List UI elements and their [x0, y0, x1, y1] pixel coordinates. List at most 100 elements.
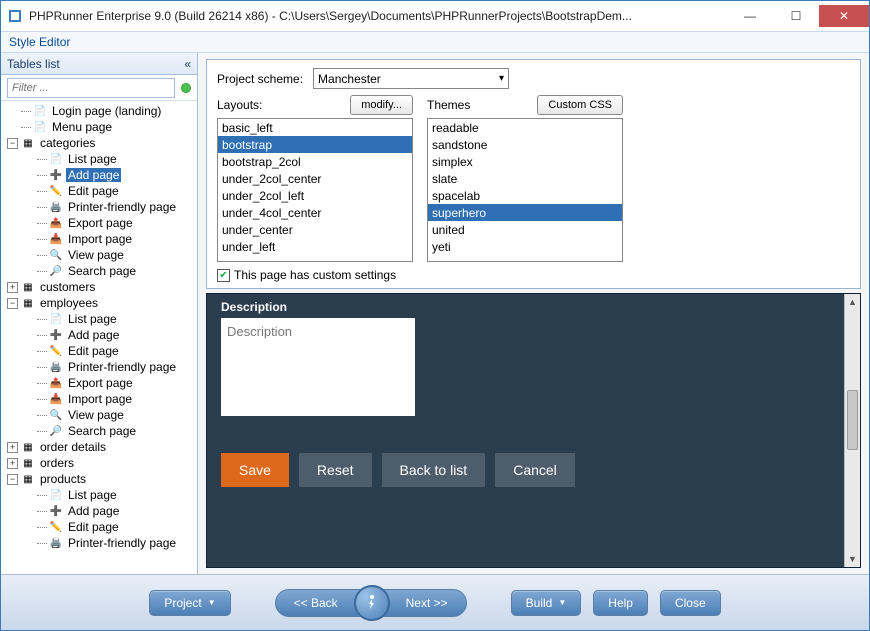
expand-icon[interactable]: + — [7, 458, 18, 469]
list-icon: 📄 — [49, 152, 63, 166]
close-button[interactable]: ✕ — [819, 5, 869, 27]
next-button[interactable]: Next >> — [388, 590, 466, 616]
custom-settings-label: This page has custom settings — [234, 268, 396, 282]
tree-item-products[interactable]: −▦products — [1, 471, 197, 487]
custom-css-button[interactable]: Custom CSS — [537, 95, 623, 115]
sidebar-header-label: Tables list — [7, 57, 60, 71]
collapse-icon[interactable]: − — [7, 138, 18, 149]
table-icon: ▦ — [21, 440, 35, 454]
tree-item-view-page[interactable]: 🔍View page — [1, 407, 197, 423]
list-item[interactable]: yeti — [428, 238, 622, 255]
tree-item-list-page[interactable]: 📄List page — [1, 311, 197, 327]
reset-button[interactable]: Reset — [299, 453, 372, 487]
list-item[interactable]: under_2col_left — [218, 187, 412, 204]
tree-item-orders[interactable]: +▦orders — [1, 455, 197, 471]
collapse-icon[interactable]: « — [184, 57, 191, 71]
expand-icon[interactable]: + — [7, 282, 18, 293]
custom-settings-checkbox[interactable]: ✔ — [217, 269, 230, 282]
tree-item-view-page[interactable]: 🔍View page — [1, 247, 197, 263]
tree-item-menu[interactable]: 📄Menu page — [1, 119, 197, 135]
list-item[interactable]: slate — [428, 170, 622, 187]
tree-item-add-page[interactable]: ➕Add page — [1, 503, 197, 519]
view-icon: 🔍 — [49, 248, 63, 262]
tree-item-employees[interactable]: −▦employees — [1, 295, 197, 311]
tree-item-login[interactable]: 📄Login page (landing) — [1, 103, 197, 119]
tree-item-order-details[interactable]: +▦order details — [1, 439, 197, 455]
list-item[interactable]: under_4col_center — [218, 204, 412, 221]
list-item[interactable]: bootstrap_2col — [218, 153, 412, 170]
tree-item-export-page[interactable]: 📤Export page — [1, 215, 197, 231]
list-item[interactable]: readable — [428, 119, 622, 136]
tree-item-categories[interactable]: −▦categories — [1, 135, 197, 151]
expand-icon[interactable]: + — [7, 442, 18, 453]
import-icon: 📥 — [49, 232, 63, 246]
tree[interactable]: 📄Login page (landing) 📄Menu page −▦categ… — [1, 101, 197, 574]
collapse-icon[interactable]: − — [7, 298, 18, 309]
tree-item-import-page[interactable]: 📥Import page — [1, 391, 197, 407]
tree-item-list-page[interactable]: 📄List page — [1, 487, 197, 503]
tree-item-edit-page[interactable]: ✏️Edit page — [1, 183, 197, 199]
save-button[interactable]: Save — [221, 453, 289, 487]
tree-item-search-page[interactable]: 🔎Search page — [1, 263, 197, 279]
back-to-list-button[interactable]: Back to list — [382, 453, 486, 487]
scroll-up-icon[interactable]: ▲ — [845, 294, 860, 310]
scroll-thumb[interactable] — [847, 390, 858, 450]
project-scheme-select[interactable]: Manchester ▾ — [313, 68, 509, 89]
list-item[interactable]: bootstrap — [218, 136, 412, 153]
tree-item-search-page[interactable]: 🔎Search page — [1, 423, 197, 439]
project-button[interactable]: Project▼ — [149, 590, 230, 616]
themes-listbox[interactable]: readablesandstonesimplexslatespacelabsup… — [427, 118, 623, 262]
tree-item-edit-page[interactable]: ✏️Edit page — [1, 519, 197, 535]
description-textarea[interactable] — [221, 318, 415, 416]
tree-item-add-page[interactable]: ➕Add page — [1, 327, 197, 343]
collapse-icon[interactable]: − — [7, 474, 18, 485]
tree-item-printer-page[interactable]: 🖨️Printer-friendly page — [1, 199, 197, 215]
style-editor-label: Style Editor — [9, 35, 70, 49]
preview-panel: Description Save Reset Back to list Canc… — [206, 293, 861, 568]
tree-item-printer-page[interactable]: 🖨️Printer-friendly page — [1, 535, 197, 551]
minimize-button[interactable]: — — [727, 5, 773, 27]
layouts-listbox[interactable]: basic_leftbootstrapbootstrap_2colunder_2… — [217, 118, 413, 262]
list-item[interactable]: under_center — [218, 221, 412, 238]
tree-item-add-page[interactable]: ➕Add page — [1, 167, 197, 183]
printer-icon: 🖨️ — [49, 536, 63, 550]
build-button[interactable]: Build▼ — [511, 590, 582, 616]
list-item[interactable]: under_left — [218, 238, 412, 255]
edit-icon: ✏️ — [49, 184, 63, 198]
list-item[interactable]: united — [428, 221, 622, 238]
back-button[interactable]: << Back — [276, 590, 356, 616]
add-icon: ➕ — [49, 168, 63, 182]
project-scheme-label: Project scheme: — [217, 72, 303, 86]
list-item[interactable]: superhero — [428, 204, 622, 221]
list-item[interactable]: basic_left — [218, 119, 412, 136]
sidebar-header[interactable]: Tables list « — [1, 53, 197, 75]
import-icon: 📥 — [49, 392, 63, 406]
list-item[interactable]: spacelab — [428, 187, 622, 204]
scroll-down-icon[interactable]: ▼ — [845, 551, 860, 567]
list-item[interactable]: under_2col_center — [218, 170, 412, 187]
list-icon: 📄 — [49, 312, 63, 326]
tree-item-import-page[interactable]: 📥Import page — [1, 231, 197, 247]
tree-item-customers[interactable]: +▦customers — [1, 279, 197, 295]
table-icon: ▦ — [21, 136, 35, 150]
runner-icon[interactable] — [354, 585, 390, 621]
maximize-button[interactable]: ☐ — [773, 5, 819, 27]
filter-status-dot — [181, 83, 191, 93]
list-item[interactable]: simplex — [428, 153, 622, 170]
tree-item-printer-page[interactable]: 🖨️Printer-friendly page — [1, 359, 197, 375]
style-editor-tab[interactable]: Style Editor — [1, 31, 869, 53]
close-app-button[interactable]: Close — [660, 590, 721, 616]
window-title: PHPRunner Enterprise 9.0 (Build 26214 x8… — [29, 9, 727, 23]
filter-input[interactable] — [7, 78, 175, 98]
tree-item-edit-page[interactable]: ✏️Edit page — [1, 343, 197, 359]
modify-button[interactable]: modify... — [350, 95, 413, 115]
help-button[interactable]: Help — [593, 590, 648, 616]
preview-scrollbar[interactable]: ▲ ▼ — [844, 294, 860, 567]
tree-item-list-page[interactable]: 📄List page — [1, 151, 197, 167]
view-icon: 🔍 — [49, 408, 63, 422]
list-item[interactable]: sandstone — [428, 136, 622, 153]
cancel-button[interactable]: Cancel — [495, 453, 575, 487]
tree-item-export-page[interactable]: 📤Export page — [1, 375, 197, 391]
page-icon: 📄 — [33, 104, 47, 118]
table-icon: ▦ — [21, 456, 35, 470]
